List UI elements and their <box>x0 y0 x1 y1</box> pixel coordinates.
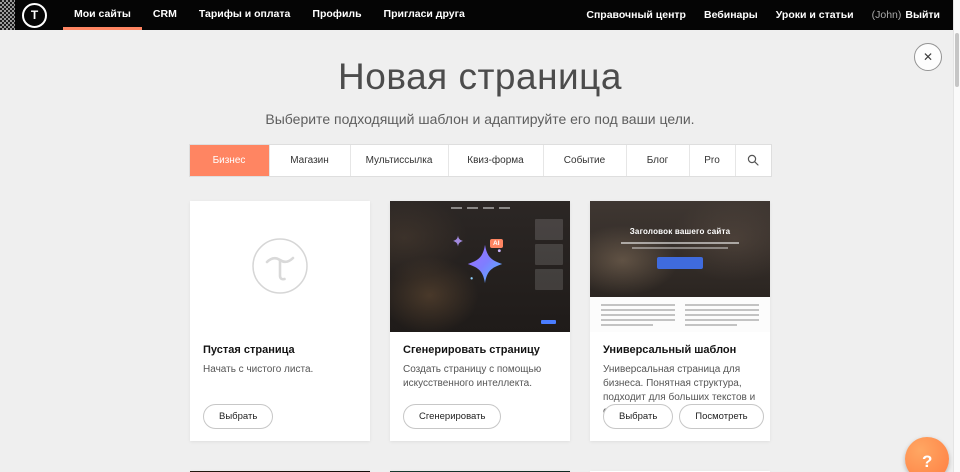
preview-nav-placeholder <box>390 207 570 209</box>
card-description: Начать с чистого листа. <box>203 363 357 377</box>
scrollbar-thumb[interactable] <box>955 33 959 87</box>
close-icon: ✕ <box>923 50 933 64</box>
tab-label: Бизнес <box>213 155 246 166</box>
page-subtitle: Выберите подходящий шаблон и адаптируйте… <box>0 111 960 127</box>
user-area: (John) Выйти <box>863 9 940 21</box>
choose-button[interactable]: Выбрать <box>203 404 273 429</box>
universal-card-preview[interactable]: Заголовок вашего сайта <box>590 201 770 332</box>
tab-label: Событие <box>564 155 605 166</box>
text-placeholder <box>632 247 728 249</box>
link-help-center[interactable]: Справочный центр <box>577 9 695 21</box>
topbar-right: Справочный центр Вебинары Уроки и статьи… <box>577 0 940 30</box>
choose-button[interactable]: Выбрать <box>603 404 673 429</box>
link-label: Уроки и статьи <box>776 9 854 21</box>
preview-button[interactable]: Посмотреть <box>679 404 763 429</box>
nav-item-invite-friend[interactable]: Пригласи друга <box>373 0 476 30</box>
link-label: Справочный центр <box>586 9 686 21</box>
template-category-tabs: Бизнес Магазин Мультиссылка Квиз-форма С… <box>189 144 772 177</box>
card-description: Создать страницу с помощью искусственног… <box>403 363 557 391</box>
tab-event[interactable]: Событие <box>543 145 626 176</box>
ai-badge: AI <box>490 239 503 249</box>
new-page-screen: T Мои сайты CRM Тарифы и оплата Профиль … <box>0 0 960 472</box>
question-icon: ? <box>922 452 932 472</box>
nav-item-label: CRM <box>153 8 177 20</box>
template-card-universal: Заголовок вашего сайта Универсальный шаб… <box>590 201 770 441</box>
search-icon <box>747 154 759 166</box>
nav-item-label: Профиль <box>312 8 361 20</box>
card-title: Пустая страница <box>203 344 357 356</box>
nav-item-my-sites[interactable]: Мои сайты <box>63 0 142 30</box>
page-title: Новая страница <box>0 57 960 98</box>
tab-business[interactable]: Бизнес <box>190 145 269 176</box>
tab-blog[interactable]: Блог <box>626 145 689 176</box>
card-actions: Выбрать Посмотреть <box>603 404 764 429</box>
tab-multilink[interactable]: Мультиссылка <box>350 145 448 176</box>
nav-item-tariffs[interactable]: Тарифы и оплата <box>188 0 302 30</box>
preview-panels-placeholder <box>535 219 563 290</box>
tab-pro[interactable]: Pro <box>689 145 735 176</box>
link-webinars[interactable]: Вебинары <box>695 9 767 21</box>
template-card-generate: AI Сгенерировать страницу Создать страни… <box>390 201 570 441</box>
help-button[interactable]: ? <box>905 437 949 472</box>
topbar-nav: Мои сайты CRM Тарифы и оплата Профиль Пр… <box>63 0 476 30</box>
card-body: Сгенерировать страницу Создать страницу … <box>390 332 570 391</box>
nav-item-crm[interactable]: CRM <box>142 0 188 30</box>
card-body: Пустая страница Начать с чистого листа. <box>190 332 370 377</box>
tilda-logo-letter: T <box>31 9 38 21</box>
scrollbar[interactable] <box>953 0 960 472</box>
preview-hero: Заголовок вашего сайта <box>590 201 770 297</box>
topbar: T Мои сайты CRM Тарифы и оплата Профиль … <box>0 0 960 30</box>
tab-label: Магазин <box>290 155 329 166</box>
card-title: Универсальный шаблон <box>603 344 757 356</box>
card-actions: Выбрать <box>203 404 273 429</box>
text-placeholder <box>601 304 675 332</box>
ai-sparkle-icon <box>464 243 506 285</box>
text-placeholder <box>621 242 739 244</box>
preview-blue-bar <box>541 320 556 324</box>
tab-shop[interactable]: Магазин <box>269 145 350 176</box>
tab-label: Блог <box>647 155 669 166</box>
sparkle-small-icon <box>452 235 464 247</box>
user-name: (John) <box>872 9 902 21</box>
template-card-blank: Пустая страница Начать с чистого листа. … <box>190 201 370 441</box>
preview-cta-button <box>657 257 703 269</box>
tab-quiz-form[interactable]: Квиз-форма <box>448 145 543 176</box>
preview-heading: Заголовок вашего сайта <box>630 227 731 236</box>
nav-item-label: Пригласи друга <box>384 8 465 20</box>
dither-pattern <box>0 0 15 30</box>
template-grid: Пустая страница Начать с чистого листа. … <box>190 201 770 441</box>
generate-card-preview[interactable]: AI <box>390 201 570 332</box>
nav-item-label: Мои сайты <box>74 8 131 20</box>
link-label: Вебинары <box>704 9 758 21</box>
blank-card-preview[interactable] <box>190 201 370 332</box>
tilda-mark-icon <box>251 237 309 295</box>
card-title: Сгенерировать страницу <box>403 344 557 356</box>
tab-label: Квиз-форма <box>467 155 523 166</box>
tab-label: Мультиссылка <box>366 155 433 166</box>
tab-label: Pro <box>704 155 720 166</box>
tab-search[interactable] <box>735 145 771 176</box>
nav-item-profile[interactable]: Профиль <box>301 0 372 30</box>
link-lessons-articles[interactable]: Уроки и статьи <box>767 9 863 21</box>
generate-button[interactable]: Сгенерировать <box>403 404 501 429</box>
card-actions: Сгенерировать <box>403 404 501 429</box>
preview-text-section <box>590 297 770 332</box>
text-placeholder <box>685 304 759 332</box>
logout-link[interactable]: Выйти <box>905 9 940 21</box>
tilda-logo[interactable]: T <box>22 3 47 28</box>
close-button[interactable]: ✕ <box>914 43 942 71</box>
nav-item-label: Тарифы и оплата <box>199 8 291 20</box>
